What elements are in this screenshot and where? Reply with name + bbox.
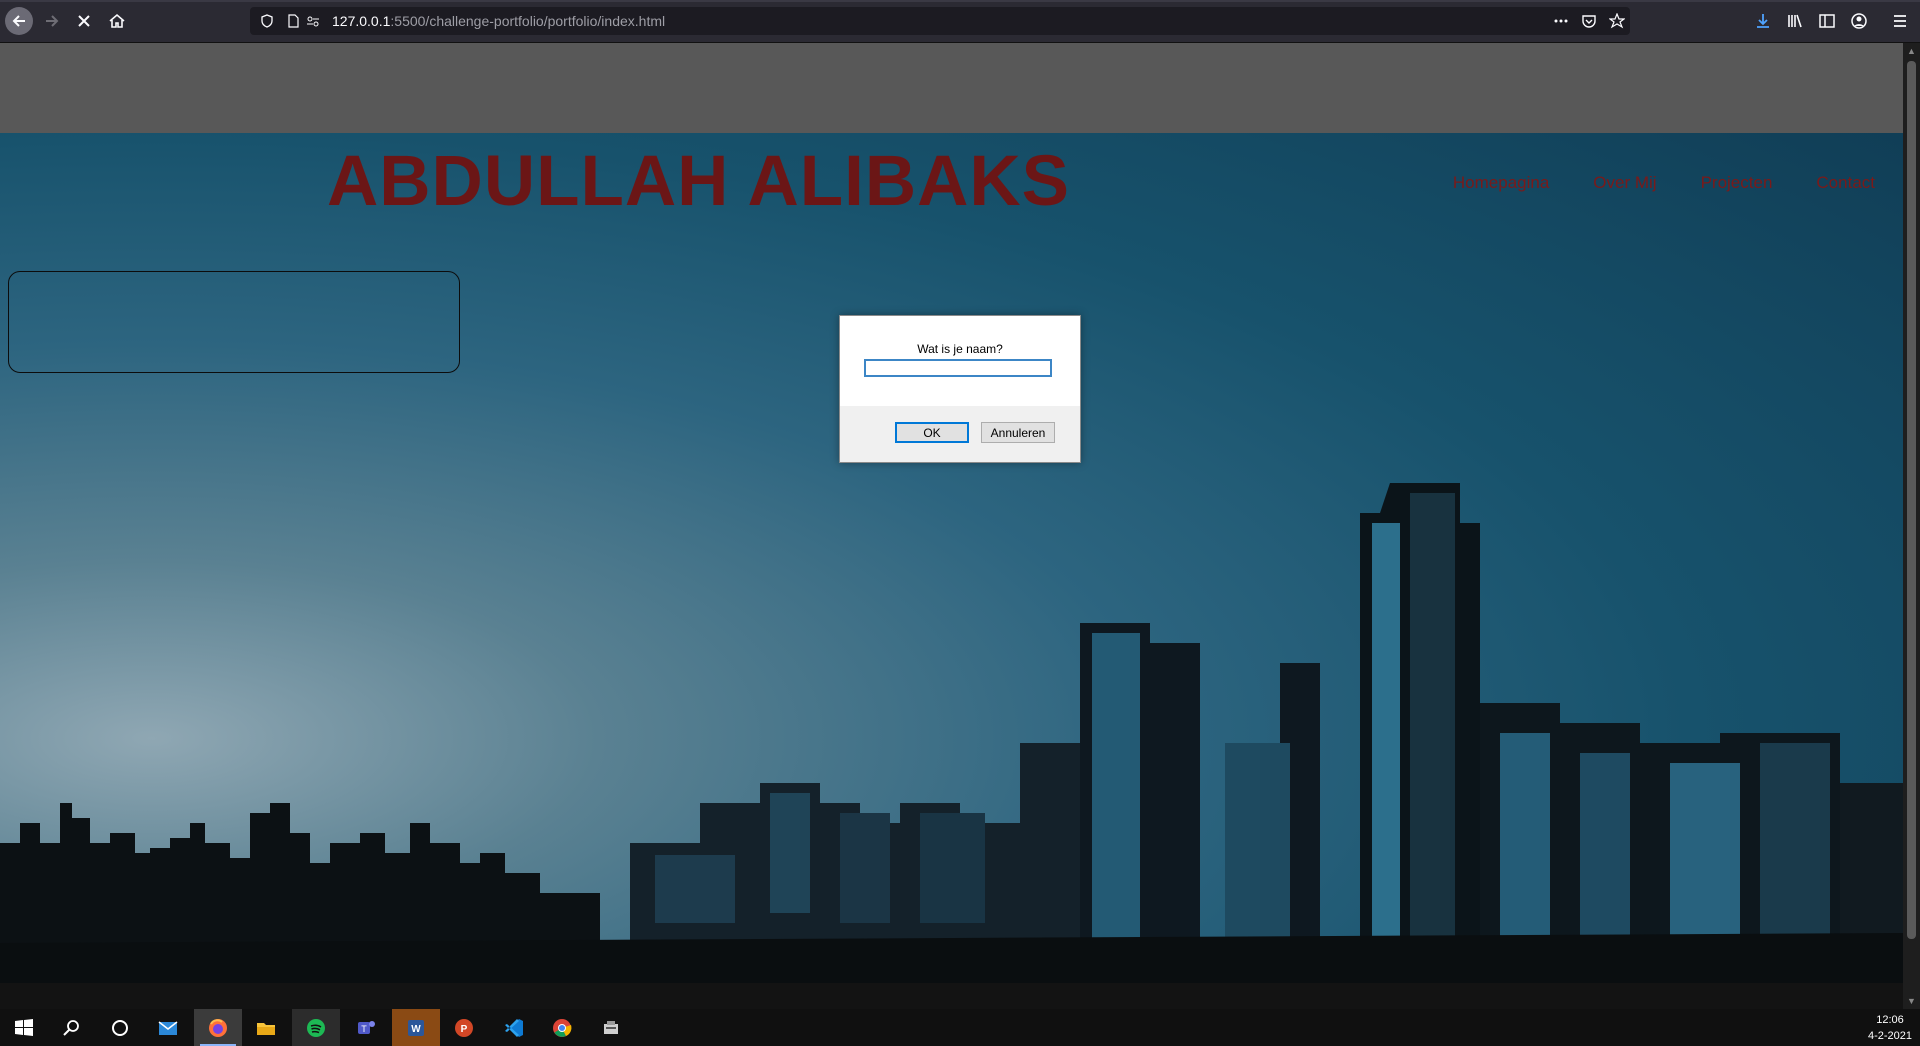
sidebar-icon xyxy=(1819,14,1835,28)
name-input[interactable] xyxy=(864,359,1052,377)
browser-toolbar: 127.0.0.1:5500/challenge-portfolio/portf… xyxy=(0,0,1920,43)
page-scrollbar[interactable]: ▲ ▼ xyxy=(1903,43,1920,1009)
menu-button[interactable] xyxy=(1890,11,1910,31)
clock-date: 4-2-2021 xyxy=(1867,1030,1912,1042)
taskbar-chrome[interactable] xyxy=(538,1009,586,1046)
taskbar-mail[interactable] xyxy=(144,1009,192,1046)
cancel-button[interactable]: Annuleren xyxy=(981,422,1055,443)
file-explorer-icon xyxy=(257,1022,275,1035)
word-icon: W xyxy=(408,1019,424,1036)
main-nav: Homepagina Over Mij Projecten Contact xyxy=(1453,173,1875,193)
prompt-dialog: Wat is je naam? OK Annuleren xyxy=(839,315,1081,463)
firefox-icon xyxy=(209,1018,227,1037)
nav-link-homepagina[interactable]: Homepagina xyxy=(1453,173,1549,193)
forward-arrow-icon xyxy=(46,15,59,27)
taskbar-spotify[interactable] xyxy=(292,1009,340,1046)
search-icon xyxy=(63,1019,79,1036)
stop-loading-button[interactable] xyxy=(70,7,98,35)
clock-time: 12:06 xyxy=(1876,1014,1904,1026)
page-icon xyxy=(286,13,302,29)
taskbar-word[interactable]: W xyxy=(392,1009,440,1046)
nav-link-contact[interactable]: Contact xyxy=(1816,173,1875,193)
taskbar-search-button[interactable] xyxy=(48,1009,96,1046)
header-band xyxy=(0,43,1903,133)
taskbar-misc-app[interactable] xyxy=(587,1009,635,1046)
taskbar-file-explorer[interactable] xyxy=(242,1009,290,1046)
dialog-message: Wat is je naam? xyxy=(917,342,1003,356)
home-icon xyxy=(109,13,125,28)
nav-link-projecten[interactable]: Projecten xyxy=(1701,173,1773,193)
back-button[interactable] xyxy=(5,7,33,35)
account-button[interactable] xyxy=(1849,11,1869,31)
taskbar-vscode[interactable] xyxy=(490,1009,538,1046)
home-button[interactable] xyxy=(103,7,131,35)
taskbar-teams[interactable]: T xyxy=(342,1009,390,1046)
url-path: :5500/challenge-portfolio/portfolio/inde… xyxy=(390,13,666,29)
hamburger-icon xyxy=(1894,15,1906,27)
system-clock[interactable]: 12:06 4-2-2021 xyxy=(1868,1012,1912,1044)
download-icon xyxy=(1757,14,1769,28)
shield-icon[interactable] xyxy=(260,13,276,29)
svg-text:W: W xyxy=(411,1024,421,1035)
chrome-icon xyxy=(553,1018,572,1037)
sidebar-button[interactable] xyxy=(1817,11,1837,31)
library-icon xyxy=(1788,14,1802,28)
site-title: ABDULLAH ALIBAKS xyxy=(327,142,1071,221)
scroll-up-arrow-icon[interactable]: ▲ xyxy=(1903,43,1920,59)
svg-text:P: P xyxy=(461,1024,468,1035)
svg-text:T: T xyxy=(361,1024,367,1034)
ok-button[interactable]: OK xyxy=(895,422,969,443)
back-arrow-icon xyxy=(12,15,25,27)
cortana-button[interactable] xyxy=(96,1009,144,1046)
page-actions-icon[interactable] xyxy=(1552,14,1570,28)
scroll-thumb[interactable] xyxy=(1907,61,1916,939)
spotify-icon xyxy=(307,1018,325,1037)
scroll-down-arrow-icon[interactable]: ▼ xyxy=(1903,993,1920,1009)
forward-button[interactable] xyxy=(38,7,66,35)
taskbar: T W P 12:06 4-2-2021 xyxy=(0,1009,1920,1046)
start-button[interactable] xyxy=(0,1009,48,1046)
powerpoint-icon: P xyxy=(455,1018,473,1037)
dialog-footer: OK Annuleren xyxy=(840,406,1080,462)
mail-icon xyxy=(158,1020,178,1035)
taskbar-powerpoint[interactable]: P xyxy=(440,1009,488,1046)
downloads-button[interactable] xyxy=(1753,11,1773,31)
library-button[interactable] xyxy=(1785,11,1805,31)
vscode-icon xyxy=(505,1018,523,1037)
cortana-icon xyxy=(112,1019,128,1036)
windows-start-icon xyxy=(15,1018,33,1036)
tab-strip xyxy=(0,0,1920,2)
misc-app-icon xyxy=(604,1020,618,1034)
page-viewport: ABDULLAH ALIBAKS Homepagina Over Mij Pro… xyxy=(0,43,1903,1009)
pocket-icon[interactable] xyxy=(1580,14,1598,28)
account-icon xyxy=(1851,13,1867,29)
bookmark-star-icon[interactable] xyxy=(1608,13,1626,29)
url-host: 127.0.0.1 xyxy=(332,13,391,29)
permissions-icon[interactable] xyxy=(306,13,322,29)
outlined-content-box xyxy=(8,271,460,373)
taskbar-firefox[interactable] xyxy=(194,1009,242,1046)
teams-icon: T xyxy=(358,1020,375,1034)
close-icon xyxy=(78,15,90,27)
url-bar[interactable]: 127.0.0.1:5500/challenge-portfolio/portf… xyxy=(250,7,1630,35)
nav-link-over-mij[interactable]: Over Mij xyxy=(1593,173,1656,193)
